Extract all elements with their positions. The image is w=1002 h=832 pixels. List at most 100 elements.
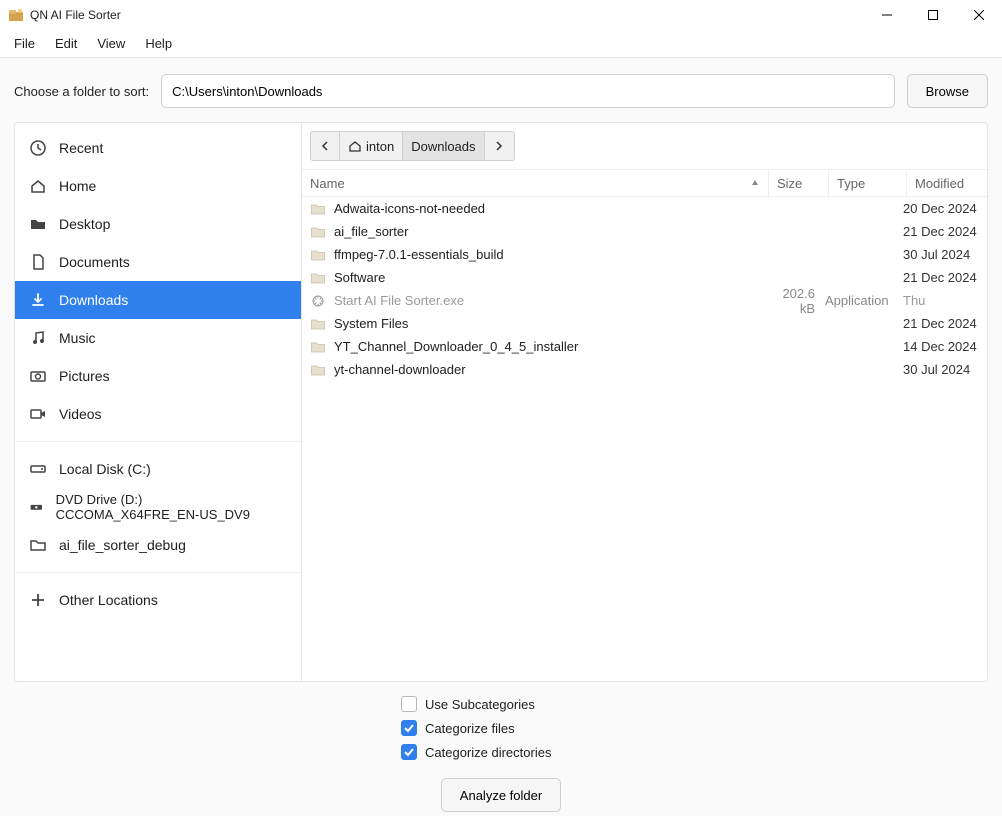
file-modified: 20 Dec 2024 [903,201,983,216]
exe-icon [310,293,326,309]
sidebar-item-music[interactable]: Music [15,319,301,357]
file-row[interactable]: Start AI File Sorter.exe202.6 kBApplicat… [302,289,987,312]
sidebar-item-home[interactable]: Home [15,167,301,205]
sidebar-item-dvd-drive[interactable]: DVD Drive (D:) CCCOMA_X64FRE_EN-US_DV9 [15,488,301,526]
analyze-button[interactable]: Analyze folder [441,778,561,812]
menu-help[interactable]: Help [135,32,182,55]
sidebar-item-label: DVD Drive (D:) CCCOMA_X64FRE_EN-US_DV9 [56,492,287,522]
checkbox-categorize-directories[interactable] [401,744,417,760]
folder-icon [29,536,47,554]
minimize-button[interactable] [864,0,910,30]
file-row[interactable]: YT_Channel_Downloader_0_4_5_installer14 … [302,335,987,358]
sidebar-separator [15,572,301,573]
titlebar: QN AI File Sorter [0,0,1002,30]
sidebar-item-other-locations[interactable]: Other Locations [15,581,301,619]
file-row[interactable]: Software21 Dec 2024 [302,266,987,289]
column-name[interactable]: Name [302,170,769,196]
clock-icon [29,139,47,157]
checkbox-categorize-files[interactable] [401,720,417,736]
file-row[interactable]: ai_file_sorter21 Dec 2024 [302,220,987,243]
sidebar-item-label: Recent [59,140,103,156]
video-icon [29,405,47,423]
file-name: Software [334,270,765,285]
sidebar-item-documents[interactable]: Documents [15,243,301,281]
menu-file[interactable]: File [4,32,45,55]
breadcrumb-home-label: inton [366,139,394,154]
nav-forward-button[interactable] [485,131,515,161]
options-panel: Use Subcategories Categorize files Categ… [0,682,1002,816]
file-name: Adwaita-icons-not-needed [334,201,765,216]
menu-view[interactable]: View [87,32,135,55]
column-modified[interactable]: Modified [907,170,987,196]
folder-icon [310,201,326,217]
sidebar-item-downloads[interactable]: Downloads [15,281,301,319]
file-list: Adwaita-icons-not-needed 20 Dec 2024 ai_fi… [302,197,987,681]
breadcrumb-bar: inton Downloads [302,123,987,169]
folder-icon [310,270,326,286]
file-modified: Thu [903,293,983,308]
sidebar-item-videos[interactable]: Videos [15,395,301,433]
close-button[interactable] [956,0,1002,30]
breadcrumb-current[interactable]: Downloads [403,131,484,161]
sidebar-item-label: Downloads [59,292,128,308]
breadcrumb-home[interactable]: inton [340,131,403,161]
folder-label: Choose a folder to sort: [14,84,149,99]
maximize-button[interactable] [910,0,956,30]
sidebar-item-label: Home [59,178,96,194]
menubar: File Edit View Help [0,30,1002,58]
disk-icon [29,460,47,478]
folder-icon [310,339,326,355]
sidebar-item-label: Documents [59,254,130,270]
path-input[interactable] [161,74,895,108]
file-name: System Files [334,316,765,331]
option-subcategories[interactable]: Use Subcategories [401,696,601,712]
app-icon [8,7,24,23]
file-row[interactable]: System Files 21 Dec 2024 [302,312,987,335]
main-split: Recent Home Desktop Documents Downloads … [0,122,1002,682]
folder-icon [310,362,326,378]
file-modified: 21 Dec 2024 [903,316,983,331]
option-categorize-files[interactable]: Categorize files [401,720,601,736]
file-name: ffmpeg-7.0.1-essentials_build [334,247,765,262]
nav-back-button[interactable] [310,131,340,161]
file-modified: 30 Jul 2024 [903,247,983,262]
column-type-label: Type [837,176,865,191]
column-size[interactable]: Size [769,170,829,196]
column-type[interactable]: Type [829,170,907,196]
option-label: Use Subcategories [425,697,535,712]
folder-icon [310,224,326,240]
file-modified: 14 Dec 2024 [903,339,983,354]
sidebar-item-label: Music [59,330,96,346]
browse-button[interactable]: Browse [907,74,988,108]
folder-icon [310,247,326,263]
file-row[interactable]: Adwaita-icons-not-needed 20 Dec 2024 [302,197,987,220]
option-label: Categorize directories [425,745,551,760]
file-type: Application [825,293,903,308]
file-row[interactable]: yt-channel-downloader30 Jul 2024 [302,358,987,381]
file-name: Start AI File Sorter.exe [334,293,765,308]
sidebar-item-pictures[interactable]: Pictures [15,357,301,395]
sidebar-item-recent[interactable]: Recent [15,129,301,167]
sidebar-item-desktop[interactable]: Desktop [15,205,301,243]
sidebar-item-local-disk-c[interactable]: Local Disk (C:) [15,450,301,488]
sidebar-separator [15,441,301,442]
file-row[interactable]: ffmpeg-7.0.1-essentials_build 30 Jul 2024 [302,243,987,266]
option-categorize-directories[interactable]: Categorize directories [401,744,601,760]
file-size: 202.6 kB [765,286,825,316]
file-name: yt-channel-downloader [334,362,765,377]
music-icon [29,329,47,347]
option-label: Categorize files [425,721,515,736]
sidebar-item-label: Local Disk (C:) [59,461,151,477]
home-icon [348,139,362,153]
toolbar: Choose a folder to sort: Browse [0,58,1002,122]
checkbox-subcategories[interactable] [401,696,417,712]
sidebar-item-label: Other Locations [59,592,158,608]
sidebar-item-label: ai_file_sorter_debug [59,537,186,553]
home-icon [29,177,47,195]
file-pane: inton Downloads Name Size Type Modified … [302,122,988,682]
sidebar-item-debug-folder[interactable]: ai_file_sorter_debug [15,526,301,564]
sidebar-item-label: Videos [59,406,102,422]
menu-edit[interactable]: Edit [45,32,87,55]
plus-icon [29,591,47,609]
column-name-label: Name [310,176,345,191]
